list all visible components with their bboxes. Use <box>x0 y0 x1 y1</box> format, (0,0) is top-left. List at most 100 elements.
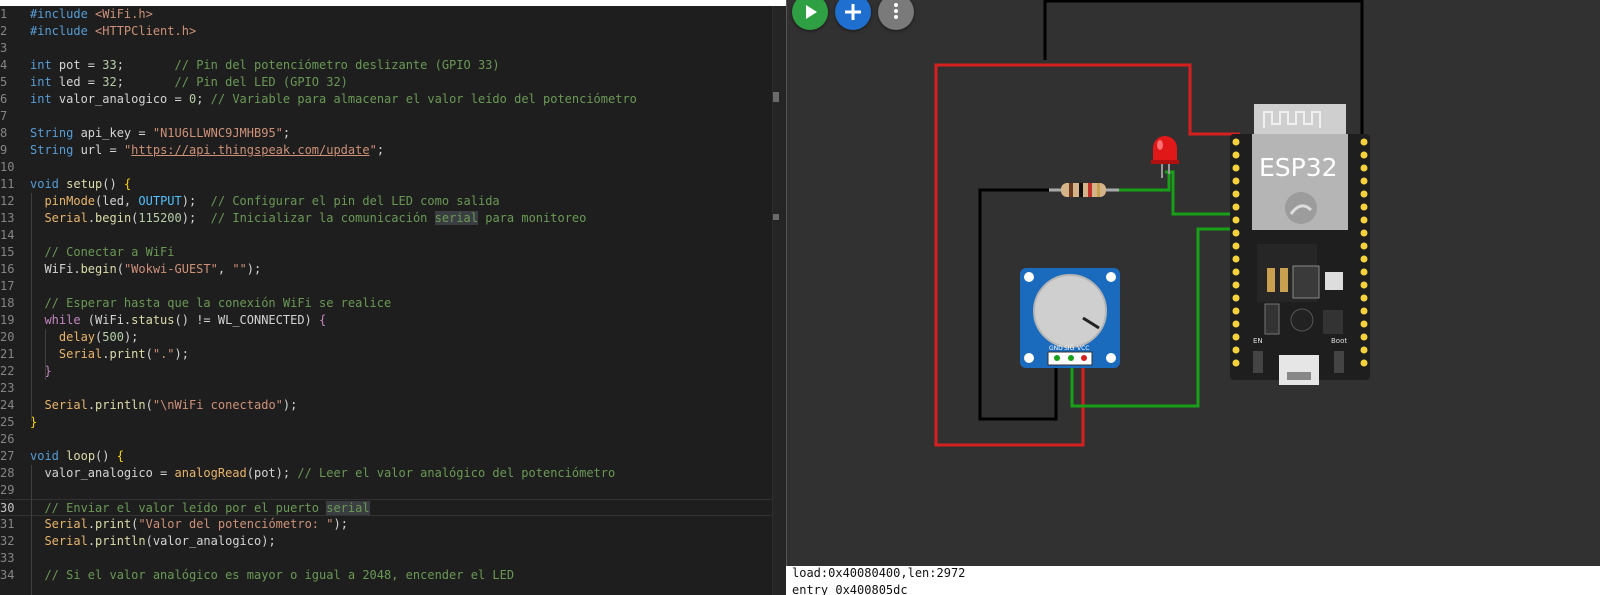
code-token: Serial <box>44 534 88 548</box>
code-line[interactable]: 32 Serial.println(valor_analogico); <box>0 533 786 550</box>
code-text: while (WiFi.status() != WL_CONNECTED) { <box>30 312 326 329</box>
code-token: int <box>30 58 52 72</box>
code-line[interactable]: 11 void setup() { <box>0 176 786 193</box>
indent-guide <box>45 329 46 380</box>
code-line[interactable]: 3 <box>0 40 786 57</box>
code-line[interactable]: 13 Serial.begin(115200); // Inicializar … <box>0 210 786 227</box>
code-line[interactable]: 29 <box>0 482 786 499</box>
esp32-label: ESP32 <box>1259 153 1338 182</box>
code-line[interactable]: 22 } <box>0 363 786 380</box>
code-line[interactable]: 24 Serial.println("\nWiFi conectado"); <box>0 397 786 414</box>
code-editor[interactable]: 1 #include <WiFi.h> 2 #include <HTTPClient.… <box>0 6 786 595</box>
add-part-button[interactable] <box>835 0 871 30</box>
resistor-icon[interactable] <box>1049 183 1119 197</box>
code-token: (led, <box>95 194 139 208</box>
code-line[interactable]: 17 <box>0 278 786 295</box>
code-line[interactable]: 34 // Si el valor analógico es mayor o i… <box>0 567 786 584</box>
code-line[interactable]: 25} <box>0 414 786 431</box>
simulation-canvas[interactable]: GND SIG VCC ESP32 EN Boot <box>786 0 1600 566</box>
code-text: Serial.print("Valor del potenciómetro: "… <box>30 516 347 533</box>
code-text: int led = 32; // Pin del LED (GPIO 32) <box>30 74 348 91</box>
code-text: Serial.println(valor_analogico); <box>30 533 275 550</box>
code-token: valor_analogico = <box>51 92 189 106</box>
code-line[interactable]: 26 <box>0 431 786 448</box>
pot-pin-sig: SIG <box>1064 345 1075 352</box>
more-options-button[interactable] <box>878 0 914 30</box>
esp32-board[interactable]: ESP32 EN Boot <box>1230 104 1370 385</box>
code-token: void <box>30 449 59 463</box>
code-text: Serial.println("\nWiFi conectado"); <box>30 397 297 414</box>
code-line[interactable]: 14 <box>0 227 786 244</box>
code-line[interactable]: 27 void loop() { <box>0 448 786 465</box>
code-token: int <box>30 75 52 89</box>
code-line[interactable]: 33 <box>0 550 786 567</box>
code-line[interactable]: 28 valor_analogico = analogRead(pot); //… <box>0 465 786 482</box>
code-token: println <box>95 398 146 412</box>
code-line[interactable]: 7 <box>0 108 786 125</box>
code-line[interactable]: 21 Serial.print("."); <box>0 346 786 363</box>
app-window: 1 #include <WiFi.h> 2 #include <HTTPClient.… <box>0 0 1600 595</box>
code-line[interactable]: 19 while (WiFi.status() != WL_CONNECTED)… <box>0 312 786 329</box>
code-line[interactable]: 9 String url = "https://api.thingspeak.co… <box>0 142 786 159</box>
play-button[interactable] <box>792 0 828 30</box>
code-token: ; <box>282 126 291 140</box>
serial-line: entry 0x400805dc <box>792 583 908 595</box>
code-line[interactable]: 20 delay(500); <box>0 329 786 346</box>
code-token: ); <box>282 398 298 412</box>
scrollbar-marker <box>773 214 779 220</box>
line-number: 9 <box>0 143 8 157</box>
wire-green-led2 <box>1165 170 1240 216</box>
code-token: . <box>87 517 96 531</box>
code-token: 115200 <box>138 211 182 225</box>
code-text: // Enviar el valor leído por el puerto s… <box>30 500 370 517</box>
code-line[interactable]: 31 Serial.print("Valor del potenciómetro… <box>0 516 786 533</box>
boot-label: Boot <box>1331 337 1347 345</box>
line-number: 15 <box>0 245 15 259</box>
code-token: // Conectar a WiFi <box>44 245 175 259</box>
play-icon <box>806 5 817 19</box>
code-line[interactable]: 10 <box>0 159 786 176</box>
code-line[interactable]: 2 #include <HTTPClient.h> <box>0 23 786 40</box>
en-label: EN <box>1253 337 1263 345</box>
line-number: 17 <box>0 279 15 293</box>
code-token: https://api.thingspeak.com/update <box>131 143 370 157</box>
code-line[interactable]: 8 String api_key = "N1U6LLWNC9JMHB95"; <box>0 125 786 142</box>
code-text: delay(500); <box>30 329 139 346</box>
code-token: { <box>123 177 132 191</box>
code-token: status <box>131 313 175 327</box>
code-line[interactable]: 15 // Conectar a WiFi <box>0 244 786 261</box>
code-token: // Configurar el pin del LED como salida <box>210 194 500 208</box>
code-token: . <box>87 534 96 548</box>
code-line[interactable]: 18 // Esperar hasta que la conexión WiFi… <box>0 295 786 312</box>
line-number: 1 <box>0 7 8 21</box>
code-token: api_key = <box>73 126 153 140</box>
code-token: 33 <box>102 58 117 72</box>
line-number: 19 <box>0 313 15 327</box>
indent-guide <box>31 465 32 595</box>
code-token: #include <box>30 24 96 38</box>
code-token: "Valor del potenciómetro: " <box>138 517 334 531</box>
line-number: 26 <box>0 432 15 446</box>
code-line[interactable]: 6 int valor_analogico = 0; // Variable pa… <box>0 91 786 108</box>
code-line[interactable]: 16 WiFi.begin("Wokwi-GUEST", ""); <box>0 261 786 278</box>
plus-icon <box>845 4 861 20</box>
code-line[interactable]: 23 <box>0 380 786 397</box>
code-line[interactable]: 30 // Enviar el valor leído por el puert… <box>0 499 786 516</box>
code-line[interactable]: 4 int pot = 33; // Pin del potenciómetro … <box>0 57 786 74</box>
code-line[interactable]: 1 #include <WiFi.h> <box>0 6 786 23</box>
code-line[interactable]: 12 pinMode(led, OUTPUT); // Configurar e… <box>0 193 786 210</box>
line-number: 14 <box>0 228 15 242</box>
line-number: 12 <box>0 194 15 208</box>
code-text: String api_key = "N1U6LLWNC9JMHB95"; <box>30 125 290 142</box>
code-token: . <box>102 347 110 361</box>
potentiometer-icon[interactable]: GND SIG VCC <box>1020 268 1120 368</box>
code-token: Serial <box>44 398 88 412</box>
serial-monitor[interactable]: load:0x40080400,len:2972 entry 0x400805d… <box>786 566 1600 595</box>
line-number: 6 <box>0 92 8 106</box>
code-line[interactable]: 5 int led = 32; // Pin del LED (GPIO 32) <box>0 74 786 91</box>
code-token: // Pin del potenciómetro deslizante (GPI… <box>174 58 500 72</box>
code-token: ); <box>246 262 262 276</box>
